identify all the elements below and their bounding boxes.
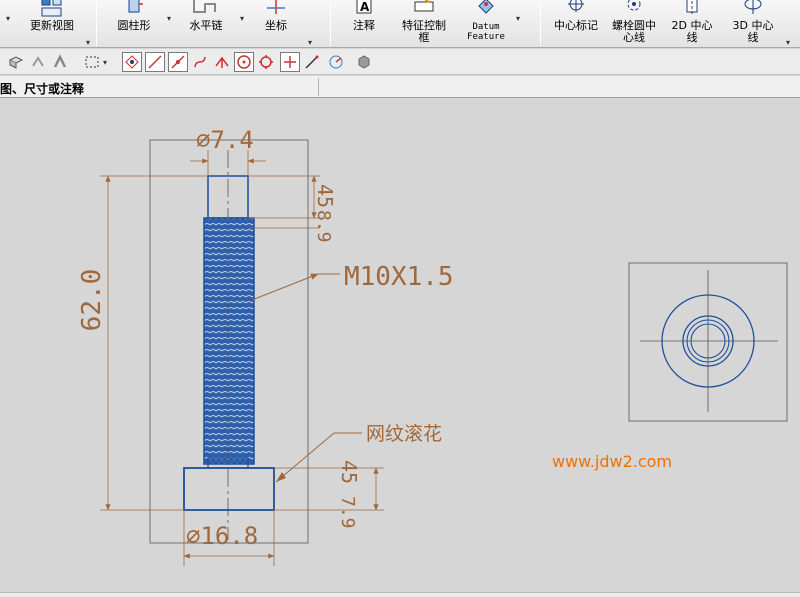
knurl-leader-line: [275, 432, 335, 483]
shaded-view-icon[interactable]: [354, 52, 374, 72]
snap-midpoint-icon[interactable]: [168, 52, 188, 72]
centerline-3d-icon: [744, 0, 762, 14]
center-mark-button[interactable]: 中心标记: [550, 0, 602, 48]
head-small-dimension[interactable]: 45: [337, 460, 361, 484]
update-views-button[interactable]: 更新视图: [24, 0, 80, 48]
svg-text:A: A: [360, 0, 370, 14]
top-diameter-dimension[interactable]: ∅7.4: [196, 126, 254, 154]
watermark-url: www.jdw2.com: [552, 452, 672, 471]
view-triad-icon[interactable]: [326, 52, 346, 72]
select-faces-icon[interactable]: [6, 52, 26, 72]
cylinder-label: 圆柱形: [117, 19, 151, 32]
center-mark-label: 中心标记: [554, 19, 598, 32]
annotation-icon: A: [356, 0, 372, 14]
ribbon-separator: [96, 2, 97, 46]
centerline-3d-label: 3D 中心 线: [732, 19, 774, 44]
drawing-sheet[interactable]: ∅7.4 45 8.9 62.0 M10X1.5 网纹滚花 45 7.9 ∅16…: [0, 113, 800, 592]
bolt-head-outline[interactable]: [183, 467, 275, 511]
centerline-2d-label: 2D 中心 线: [671, 19, 713, 44]
select-edges-icon[interactable]: [50, 52, 70, 72]
update-views-dropdown[interactable]: ▾: [86, 38, 90, 47]
head-diameter-dimension[interactable]: ∅16.8: [186, 522, 258, 550]
coordinate-label: 坐标: [265, 19, 287, 32]
datum-feature-label: Datum Feature: [467, 22, 505, 42]
knurl-callout[interactable]: 网纹滚花: [366, 423, 442, 445]
knurl-leader-arrow: [276, 472, 286, 482]
horizontal-chain-label: 水平链: [189, 19, 223, 32]
ribbon-separator: [540, 2, 541, 46]
centerline-2d-button[interactable]: 2D 中心 线: [666, 0, 718, 48]
bolt-circle-centerline-label: 螺栓圆中 心线: [612, 19, 656, 44]
snap-arc-icon[interactable]: [190, 52, 210, 72]
box-select-dropdown-icon[interactable]: ▾: [100, 52, 110, 72]
datum-feature-button[interactable]: Datum Feature: [458, 0, 514, 48]
snap-quadrant-icon[interactable]: [256, 52, 276, 72]
horizontal-chain-button[interactable]: 水平链: [184, 0, 228, 48]
datum-feature-icon: [478, 0, 494, 14]
center-mark-icon: [568, 0, 584, 12]
cylinder-icon: [128, 0, 143, 13]
bolt-circle-centerline-icon: [627, 0, 641, 11]
dimension-group-dropdown[interactable]: ▾: [308, 38, 312, 47]
annotation-button[interactable]: A 注释: [344, 0, 384, 48]
snap-existing-line-icon[interactable]: [302, 52, 322, 72]
selection-toolbar: ▾: [0, 49, 800, 75]
horizontal-chain-dropdown[interactable]: ▾: [240, 14, 244, 23]
annotation-group-dropdown[interactable]: ▾: [516, 14, 520, 23]
cylinder-dimension-button[interactable]: 圆柱形: [112, 0, 156, 48]
snap-center-icon[interactable]: [234, 52, 254, 72]
centerline-2d-icon: [686, 0, 698, 14]
head-height-dimension[interactable]: 7.9: [337, 496, 358, 529]
snap-intersection-icon[interactable]: [212, 52, 232, 72]
box-select-icon[interactable]: [82, 52, 102, 72]
feature-control-frame-icon: [414, 0, 434, 12]
cylinder-dropdown[interactable]: ▾: [167, 14, 171, 23]
feature-control-frame-button[interactable]: 特征控制 框: [396, 0, 452, 48]
ribbon-toolbar: ▾ 更新视图 ▾ 圆柱形 ▾ 水平链 ▾ 坐标 ▾ A 注释 特征控制 框 Da…: [0, 0, 800, 48]
horizontal-chain-icon: [193, 0, 216, 13]
snap-endpoint-icon[interactable]: [122, 52, 142, 72]
centerline-3d-button[interactable]: 3D 中心 线: [726, 0, 780, 48]
thread-section[interactable]: [203, 217, 255, 465]
ribbon-scroll-left-caret[interactable]: ▾: [6, 14, 10, 23]
snap-line-icon[interactable]: [145, 52, 165, 72]
thread-small-dimension[interactable]: 45: [313, 184, 337, 208]
ribbon-separator: [330, 2, 331, 46]
selection-hint-text: 图、尺寸或注释: [0, 82, 85, 96]
hint-bar: 图、尺寸或注释: [0, 76, 800, 98]
overall-length-dimension[interactable]: 62.0: [77, 269, 107, 332]
thread-callout[interactable]: M10X1.5: [344, 262, 454, 292]
hint-bar-separator: [318, 78, 319, 96]
status-bar: [0, 592, 800, 597]
thread-offset-dimension[interactable]: 8.9: [313, 210, 334, 243]
centerline-group-dropdown[interactable]: ▾: [786, 38, 790, 47]
select-features-icon[interactable]: [28, 52, 48, 72]
snap-point-icon[interactable]: [280, 52, 300, 72]
bolt-circle-centerline-button[interactable]: 螺栓圆中 心线: [608, 0, 660, 48]
update-views-icon: [41, 0, 62, 17]
annotation-label: 注释: [353, 19, 375, 32]
update-views-label: 更新视图: [30, 19, 74, 32]
coordinate-button[interactable]: 坐标: [256, 0, 296, 48]
coordinate-icon: [267, 0, 285, 14]
feature-control-frame-label: 特征控制 框: [402, 19, 446, 44]
